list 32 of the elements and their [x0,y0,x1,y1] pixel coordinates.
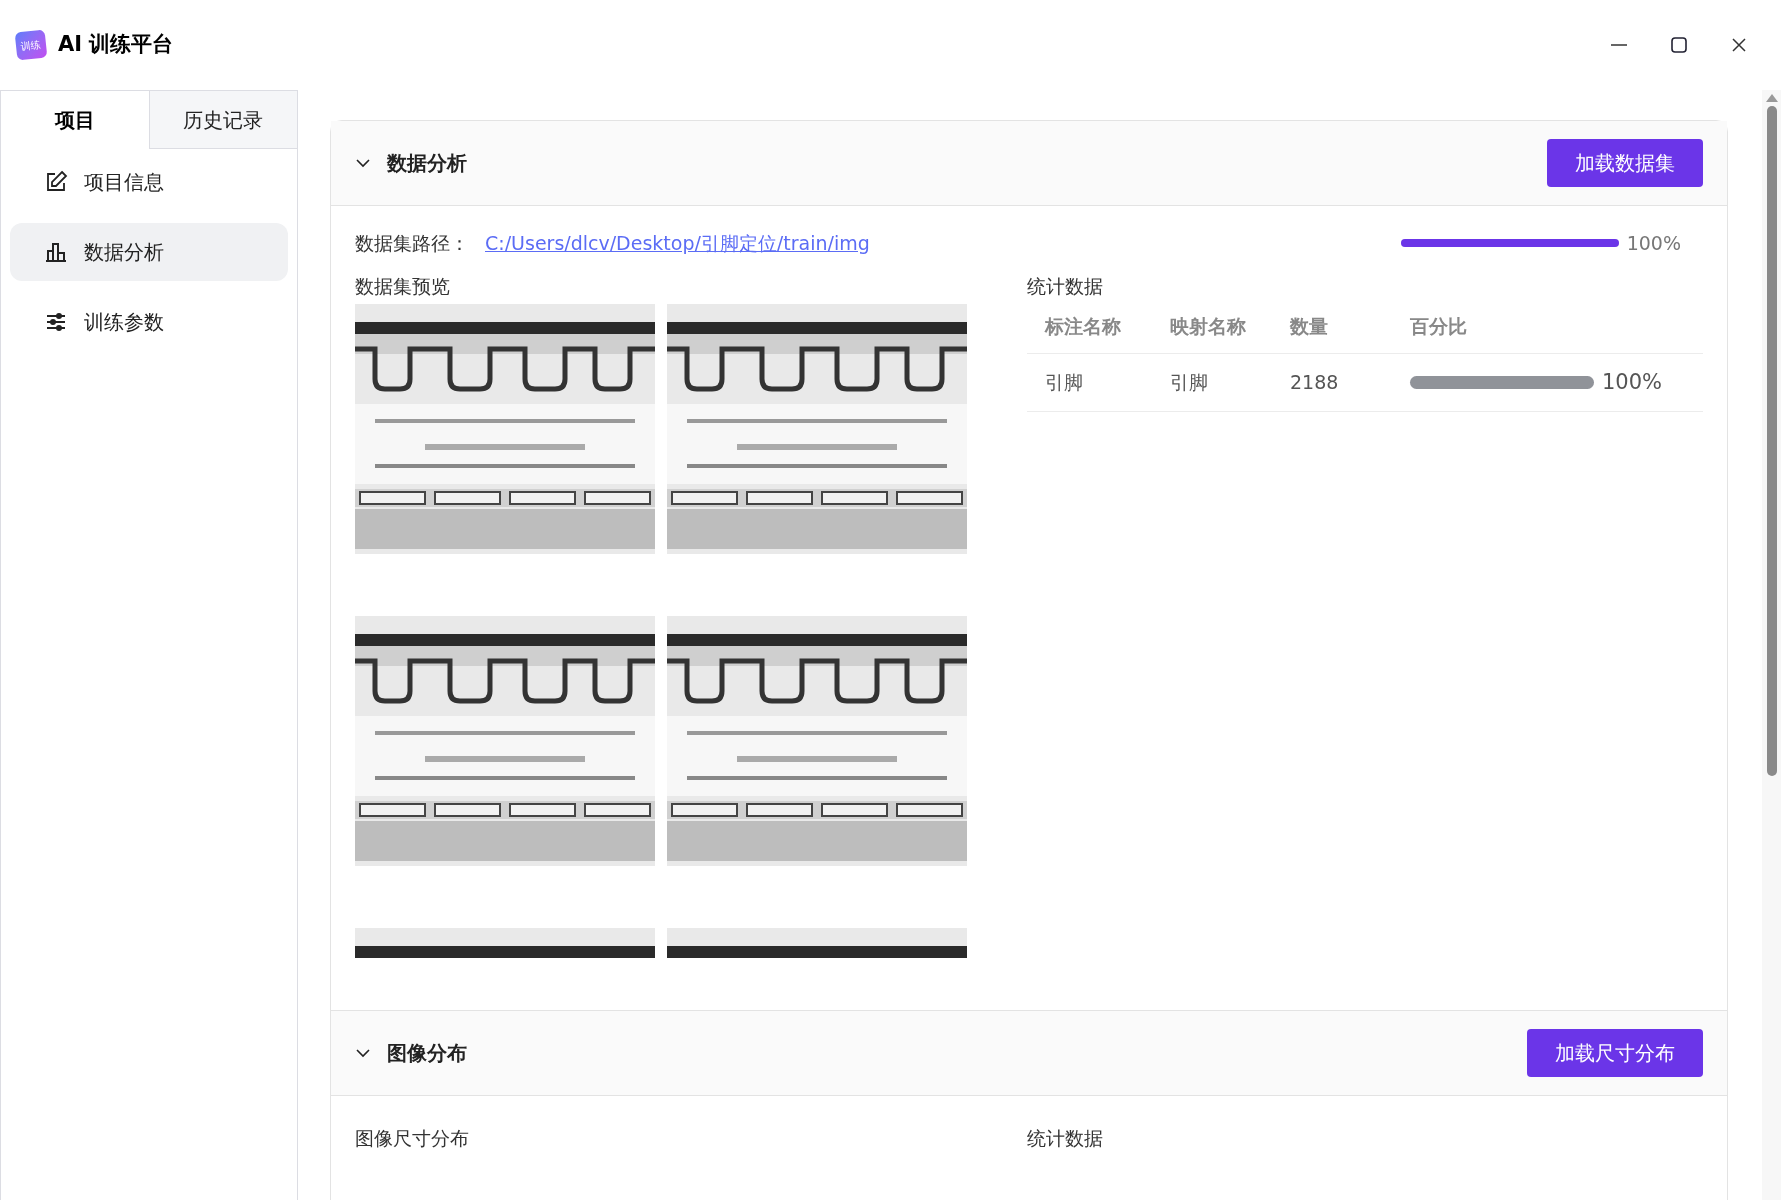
sliders-icon [44,310,68,334]
sidebar-item[interactable]: 数据分析 [10,223,288,281]
scroll-up-icon[interactable] [1765,94,1778,102]
table-cell-text: 引脚 [1170,370,1209,396]
maximize-icon[interactable] [1669,35,1689,55]
preview-label: 数据集预览 [355,274,451,299]
column-header: 标注名称 [1045,314,1122,340]
scrollbar[interactable] [1762,90,1781,1200]
section-title: 数据分析 [387,150,467,177]
table-cell-text: 2188 [1290,370,1340,396]
sidebar-tab[interactable]: 历史记录 [148,91,297,149]
load-button[interactable]: 加载尺寸分布 [1527,1029,1703,1077]
window-title: AI 训练平台 [58,31,174,59]
stats-title: 统计数据 [1027,1126,1103,1151]
stats-title: 统计数据 [1027,274,1104,299]
scroll-thumb[interactable] [1766,106,1777,776]
edit-icon [44,170,68,194]
table-cell-text: 引脚 [1045,370,1084,396]
progress-reading: 100% [1626,230,1681,256]
distribution-label: 图像尺寸分布 [355,1126,470,1151]
load-button[interactable]: 加载数据集 [1547,139,1703,187]
percent-reading: 100% [1602,368,1663,396]
column-header: 百分比 [1410,314,1468,340]
sidebar-item[interactable]: 训练参数 [10,293,288,351]
bar-chart-icon [44,240,68,264]
sidebar-item[interactable]: 项目信息 [10,153,288,211]
section-title: 图像分布 [387,1040,467,1067]
column-header: 映射名称 [1170,314,1247,340]
column-header: 数量 [1290,314,1329,340]
path-link[interactable]: C:/Users/dlcv/Desktop/引脚定位/train/img [485,228,870,258]
path-label: 数据集路径： [355,230,469,256]
app-logo: 训练 [14,29,48,61]
